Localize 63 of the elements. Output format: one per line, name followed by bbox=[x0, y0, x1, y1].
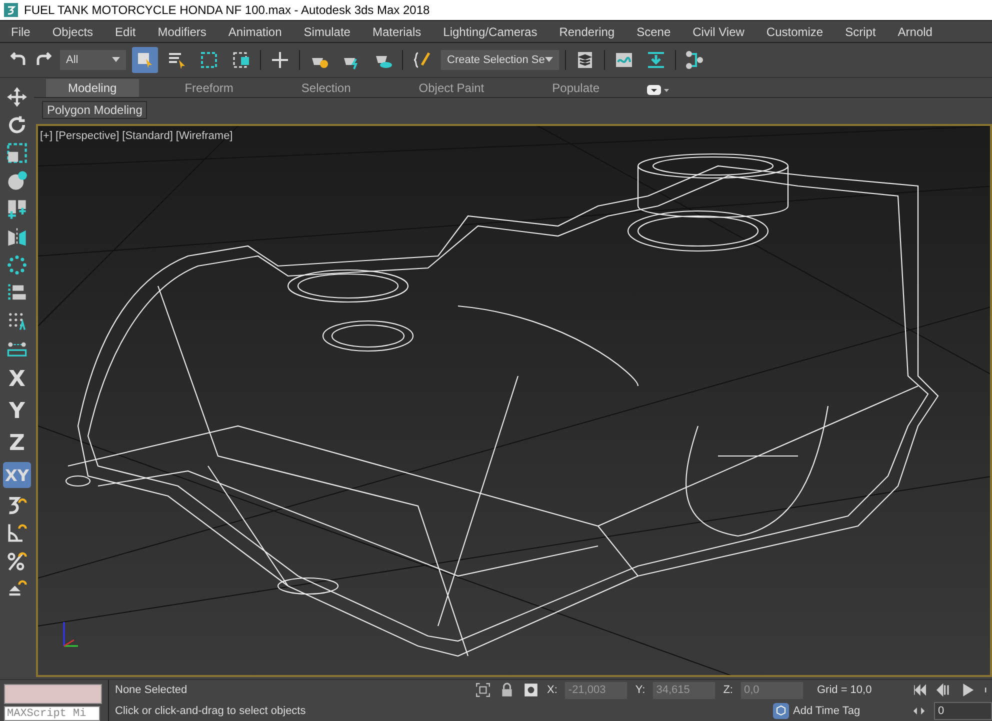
angle-snap-icon[interactable] bbox=[6, 522, 28, 544]
menu-item[interactable]: Edit bbox=[104, 24, 147, 38]
viewport-label[interactable]: [Wireframe] bbox=[176, 130, 233, 142]
move-icon[interactable] bbox=[6, 86, 28, 108]
ribbon-panel-label[interactable]: Polygon Modeling bbox=[42, 101, 148, 119]
ribbon-tab[interactable]: Selection bbox=[279, 79, 373, 97]
percent-snap-icon[interactable] bbox=[6, 550, 28, 572]
window-title: FUEL TANK MOTORCYCLE HONDA NF 100.max - Autodesk 3ds Max 2018 bbox=[24, 3, 430, 17]
viewport[interactable]: [+] [Perspective] [Standard] [Wireframe] bbox=[36, 124, 992, 677]
menu-item[interactable]: Lighting/Cameras bbox=[432, 24, 548, 38]
add-time-tag-button[interactable]: Add Time Tag bbox=[773, 702, 860, 719]
coordinate-label: X: bbox=[547, 684, 558, 696]
viewport-label[interactable]: [Standard] bbox=[122, 130, 173, 142]
menu-item[interactable]: Customize bbox=[755, 24, 834, 38]
coordinate-label: Y: bbox=[635, 684, 646, 696]
prompt-text: Click or click-and-drag to select objects bbox=[115, 704, 307, 717]
menu-item[interactable]: Simulate bbox=[292, 24, 362, 38]
menu-item[interactable]: Arnold bbox=[886, 24, 944, 38]
menu-item[interactable]: Modifiers bbox=[146, 24, 218, 38]
play-icon[interactable] bbox=[960, 682, 976, 698]
rotate-icon[interactable] bbox=[6, 114, 28, 136]
ribbon-tab[interactable]: Object Paint bbox=[396, 79, 506, 97]
menu-item[interactable]: Script bbox=[834, 24, 887, 38]
grid-size: Grid = 10,0 bbox=[816, 684, 872, 696]
scale-icon[interactable] bbox=[6, 142, 28, 164]
array-icon[interactable] bbox=[6, 254, 28, 276]
axis-constraint-button[interactable]: Z bbox=[3, 430, 31, 456]
axis-tripod-icon bbox=[63, 622, 78, 647]
selection-set-dropdown[interactable]: Create Selection Se bbox=[441, 50, 559, 70]
coordinate-label: Z: bbox=[723, 684, 733, 696]
ribbon-tab[interactable]: Modeling bbox=[46, 79, 139, 97]
snap-3d-icon[interactable] bbox=[6, 494, 28, 516]
maxscript-input-field[interactable]: MAXScript Mi bbox=[4, 706, 100, 721]
menu-item[interactable]: Objects bbox=[41, 24, 104, 38]
previous-frame-icon[interactable] bbox=[936, 682, 952, 698]
mirror-icon[interactable] bbox=[6, 226, 28, 248]
viewport-label[interactable]: [+] bbox=[40, 130, 53, 142]
go-to-start-icon[interactable] bbox=[912, 682, 928, 698]
ribbon-tab[interactable]: Populate bbox=[530, 79, 622, 97]
snapshot-icon[interactable] bbox=[6, 198, 28, 220]
placement-icon[interactable] bbox=[6, 170, 28, 192]
transform-mode-icon[interactable] bbox=[523, 682, 539, 698]
selection-status: None Selected bbox=[115, 684, 188, 696]
current-frame-field[interactable]: 0 bbox=[934, 702, 992, 720]
filter-dropdown[interactable]: All bbox=[60, 50, 126, 70]
ribbon-toggle-icon[interactable] bbox=[646, 83, 670, 97]
menu-item[interactable]: Animation bbox=[217, 24, 293, 38]
app-icon bbox=[4, 3, 18, 17]
isolate-icon[interactable] bbox=[475, 682, 491, 698]
caret-icon bbox=[112, 57, 120, 63]
viewport-label[interactable]: [Perspective] bbox=[56, 130, 120, 142]
spacing-icon[interactable] bbox=[6, 310, 28, 332]
ribbon-tab[interactable]: Freeform bbox=[162, 79, 256, 97]
menu-item[interactable]: Materials bbox=[361, 24, 432, 38]
caret-icon bbox=[545, 57, 553, 63]
menu-item[interactable]: Scene bbox=[626, 24, 682, 38]
maxscript-output[interactable] bbox=[4, 684, 102, 704]
menu-item[interactable]: Rendering bbox=[548, 24, 626, 38]
menu-item[interactable]: Civil View bbox=[682, 24, 756, 38]
lock-icon[interactable] bbox=[499, 682, 515, 698]
menu-item[interactable]: File bbox=[0, 24, 42, 38]
axis-constraint-button[interactable]: Y bbox=[3, 398, 31, 424]
axis-constraint-button[interactable]: X bbox=[3, 366, 31, 392]
